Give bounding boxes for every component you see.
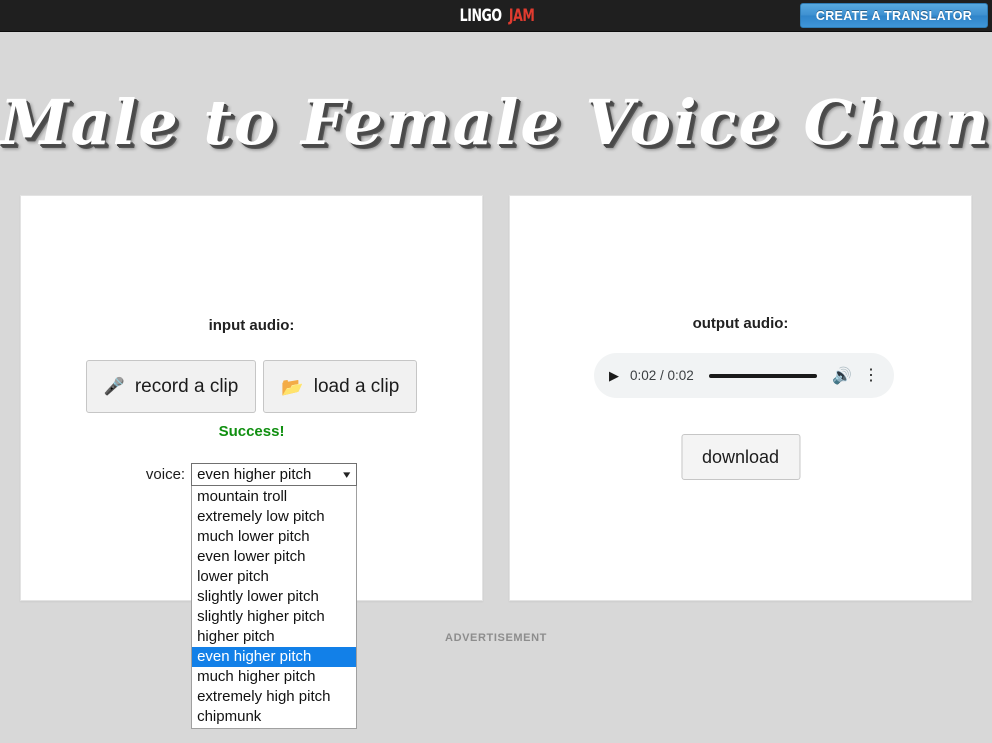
input-audio-panel: input audio: 🎤 record a clip 📂 load a cl… <box>20 195 483 730</box>
record-a-clip-button[interactable]: 🎤 record a clip <box>85 360 257 414</box>
top-bar: LINGO JAM CREATE A TRANSLATOR <box>0 0 992 32</box>
play-icon[interactable]: ▶ <box>609 368 619 384</box>
voice-option[interactable]: even lower pitch <box>192 547 356 567</box>
record-a-clip-label: record a clip <box>134 375 239 397</box>
more-options-icon[interactable]: ⋮ <box>863 367 879 384</box>
voice-option[interactable]: much higher pitch <box>192 667 356 687</box>
audio-time-display: 0:02 / 0:02 <box>630 368 694 384</box>
microphone-icon: 🎤 <box>103 377 125 397</box>
voice-options-list[interactable]: mountain troll extremely low pitch much lo… <box>191 486 358 730</box>
create-a-translator-button[interactable]: CREATE A TRANSLATOR <box>800 3 988 28</box>
voice-option[interactable]: mountain troll <box>192 487 356 507</box>
voice-selector-row: voice: even higher pitch ▾ mountain trol… <box>21 463 482 730</box>
load-a-clip-label: load a clip <box>313 375 400 397</box>
voice-select[interactable]: even higher pitch ▾ <box>191 463 358 487</box>
voice-option[interactable]: slightly higher pitch <box>192 607 356 627</box>
chevron-down-icon: ▾ <box>342 469 350 482</box>
logo-text-accent: JAM <box>508 6 535 26</box>
advertisement-label: ADVERTISEMENT <box>445 632 547 644</box>
audio-player[interactable]: ▶ 0:02 / 0:02 🔊 ⋮ <box>594 353 894 399</box>
status-message: Success! <box>218 423 285 441</box>
audio-progress-bar[interactable] <box>708 373 818 378</box>
voice-option[interactable]: much lower pitch <box>192 527 356 547</box>
output-audio-label: output audio: <box>692 315 789 333</box>
voice-select-wrapper: even higher pitch ▾ mountain troll extrem… <box>191 463 358 730</box>
page-title: Male to Female Voice Changer <box>0 86 992 159</box>
voice-option[interactable]: lower pitch <box>192 567 356 587</box>
voice-option[interactable]: extremely low pitch <box>192 507 356 527</box>
input-audio-label: input audio: <box>208 317 295 335</box>
load-a-clip-button[interactable]: 📂 load a clip <box>263 360 418 414</box>
volume-icon[interactable]: 🔊 <box>832 366 852 386</box>
voice-option[interactable]: slightly lower pitch <box>192 587 356 607</box>
voice-option[interactable]: chipmunk <box>192 707 356 727</box>
input-buttons-row: 🎤 record a clip 📂 load a clip <box>21 360 482 414</box>
output-audio-panel: output audio: ▶ 0:02 / 0:02 🔊 ⋮ download <box>509 195 972 602</box>
download-button[interactable]: download <box>680 434 801 481</box>
logo-text-primary: LINGO <box>459 6 502 26</box>
voice-select-value: even higher pitch <box>197 466 312 484</box>
panels-container: input audio: 🎤 record a clip 📂 load a cl… <box>0 195 992 730</box>
voice-option[interactable]: higher pitch <box>192 627 356 647</box>
voice-option[interactable]: even higher pitch <box>192 647 357 668</box>
voice-option[interactable]: extremely high pitch <box>192 687 356 707</box>
folder-icon: 📂 <box>281 376 304 397</box>
voice-label: voice: <box>145 466 186 484</box>
